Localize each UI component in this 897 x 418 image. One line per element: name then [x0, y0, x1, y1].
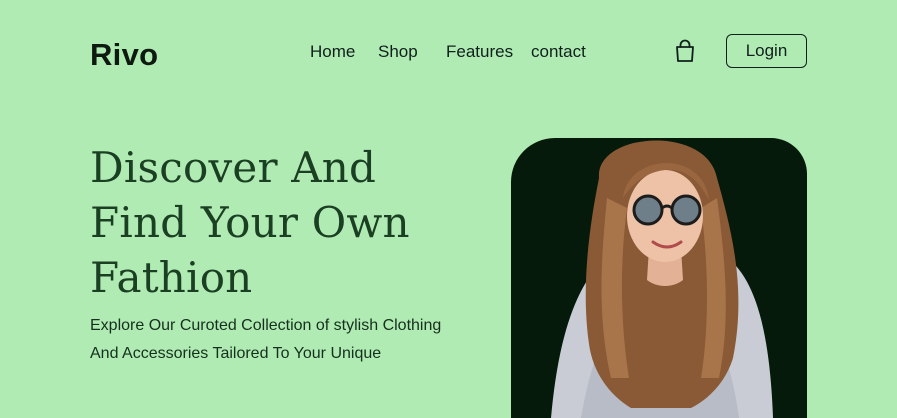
- login-button[interactable]: Login: [726, 34, 807, 68]
- model-photo: [551, 140, 773, 418]
- hero-subtext: Explore Our Curoted Collection of stylis…: [90, 317, 442, 362]
- nav-home[interactable]: Home: [310, 42, 355, 62]
- nav-contact[interactable]: contact: [531, 42, 586, 62]
- hero-image-card: [511, 138, 807, 418]
- shopping-bag-icon[interactable]: [672, 38, 698, 64]
- hero-headline: Discover And Find Your Own Fathion: [90, 143, 410, 302]
- nav-shop[interactable]: Shop: [378, 42, 418, 62]
- brand-logo[interactable]: Rivo: [90, 37, 158, 73]
- nav-features[interactable]: Features: [446, 42, 513, 62]
